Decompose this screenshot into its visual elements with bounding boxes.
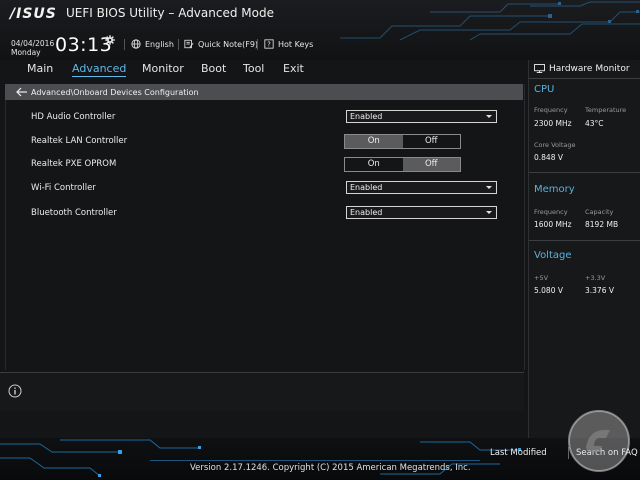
setting-label: Bluetooth Controller [31, 208, 117, 218]
chevron-down-icon [486, 186, 492, 189]
clock-time: 03:13 [55, 34, 113, 56]
setting-row-realtek-pxe: Realtek PXE OPROM On Off [31, 157, 501, 172]
day-text: Monday [11, 48, 41, 57]
divider [529, 240, 640, 241]
toggle-off-option[interactable]: Off [403, 135, 461, 148]
info-icon [8, 384, 22, 398]
version-text: Version 2.17.1246. Copyright (C) 2015 Am… [190, 463, 471, 473]
cpu-frequency-value: 2300 MHz [534, 119, 572, 128]
asus-logo: /ISUS [10, 6, 57, 22]
tab-exit[interactable]: Exit [283, 62, 304, 75]
header-bar: /ISUS UEFI BIOS Utility – Advanced Mode … [0, 0, 640, 60]
realtek-lan-toggle[interactable]: On Off [344, 134, 461, 149]
tab-main[interactable]: Main [27, 62, 53, 75]
hot-keys-label: Hot Keys [278, 39, 314, 49]
dropdown-value: Enabled [350, 112, 383, 121]
wifi-dropdown[interactable]: Enabled [346, 181, 497, 194]
setting-row-bluetooth: Bluetooth Controller Enabled [31, 206, 501, 221]
globe-icon [131, 39, 141, 49]
bluetooth-dropdown[interactable]: Enabled [346, 206, 497, 219]
hd-audio-dropdown[interactable]: Enabled [346, 110, 497, 123]
monitor-icon [534, 64, 545, 73]
settings-panel [5, 84, 525, 370]
gear-icon[interactable] [105, 35, 115, 45]
dropdown-value: Enabled [350, 183, 383, 192]
last-modified-button[interactable]: Last Modified [490, 448, 547, 458]
divider [529, 78, 640, 79]
language-label: English [145, 39, 174, 49]
watermark-logo [568, 410, 630, 472]
voltage-heading: Voltage [534, 250, 572, 261]
v33-value: 3.376 V [585, 286, 614, 295]
quick-note-label: Quick Note(F9) [198, 39, 259, 49]
setting-label: Wi-Fi Controller [31, 183, 96, 193]
date-block: 04/04/2016 Monday [11, 39, 54, 57]
memory-heading: Memory [534, 184, 575, 195]
memory-frequency-value: 1600 MHz [534, 220, 572, 229]
app-title: UEFI BIOS Utility – Advanced Mode [66, 6, 274, 20]
memory-frequency-label: Frequency [534, 208, 568, 216]
v5-label: +5V [534, 274, 549, 282]
memory-capacity-value: 8192 MB [585, 220, 619, 229]
breadcrumb-bar: Advanced\Onboard Devices Configuration [5, 84, 523, 100]
v5-value: 5.080 V [534, 286, 563, 295]
language-button[interactable]: English [131, 39, 174, 49]
hardware-monitor-title: Hardware Monitor [549, 63, 630, 74]
breadcrumb: Advanced\Onboard Devices Configuration [31, 87, 199, 97]
cpu-temperature-label: Temperature [585, 106, 627, 114]
main-menu: Main Advanced Monitor Boot Tool Exit [0, 60, 524, 80]
header-separator [124, 39, 125, 50]
core-voltage-value: 0.848 V [534, 153, 563, 162]
quick-note-button[interactable]: Quick Note(F9) [184, 39, 258, 49]
hot-keys-button[interactable]: ? Hot Keys [264, 39, 313, 49]
setting-label: Realtek PXE OPROM [31, 159, 117, 169]
toggle-off-option[interactable]: Off [402, 158, 460, 171]
tab-boot[interactable]: Boot [201, 62, 226, 75]
tab-advanced[interactable]: Advanced [72, 62, 127, 77]
tab-monitor[interactable]: Monitor [142, 62, 184, 75]
core-voltage-label: Core Voltage [534, 141, 576, 149]
help-bar [0, 372, 524, 411]
chevron-down-icon [486, 211, 492, 214]
setting-row-wifi: Wi-Fi Controller Enabled [31, 181, 501, 196]
header-separator [178, 39, 179, 50]
memory-capacity-label: Capacity [585, 208, 614, 216]
divider [529, 172, 640, 173]
cpu-frequency-label: Frequency [534, 106, 568, 114]
hardware-monitor-panel: Hardware Monitor CPU Frequency Temperatu… [528, 60, 640, 438]
hardware-monitor-header: Hardware Monitor [529, 60, 640, 77]
setting-row-realtek-lan: Realtek LAN Controller On Off [31, 134, 501, 149]
quick-note-icon [184, 39, 194, 49]
header-separator [257, 39, 258, 50]
toggle-on-option[interactable]: On [345, 158, 403, 171]
footer-circuit-decoration [0, 439, 521, 477]
toggle-on-option[interactable]: On [345, 135, 403, 148]
date-text: 04/04/2016 [11, 39, 55, 48]
setting-label: HD Audio Controller [31, 112, 116, 122]
svg-text:?: ? [267, 41, 271, 49]
cpu-temperature-value: 43°C [585, 119, 604, 128]
chevron-down-icon [486, 115, 492, 118]
circuit-decoration [340, 1, 640, 40]
v33-label: +3.3V [585, 274, 606, 282]
realtek-pxe-toggle[interactable]: On Off [344, 157, 461, 172]
footer-bar [0, 438, 640, 480]
setting-label: Realtek LAN Controller [31, 136, 128, 146]
dropdown-value: Enabled [350, 208, 383, 217]
hot-keys-icon: ? [264, 39, 274, 49]
tab-tool[interactable]: Tool [243, 62, 264, 75]
setting-row-hd-audio: HD Audio Controller Enabled [31, 110, 501, 125]
cpu-heading: CPU [534, 84, 555, 95]
back-arrow-icon[interactable] [16, 87, 28, 97]
